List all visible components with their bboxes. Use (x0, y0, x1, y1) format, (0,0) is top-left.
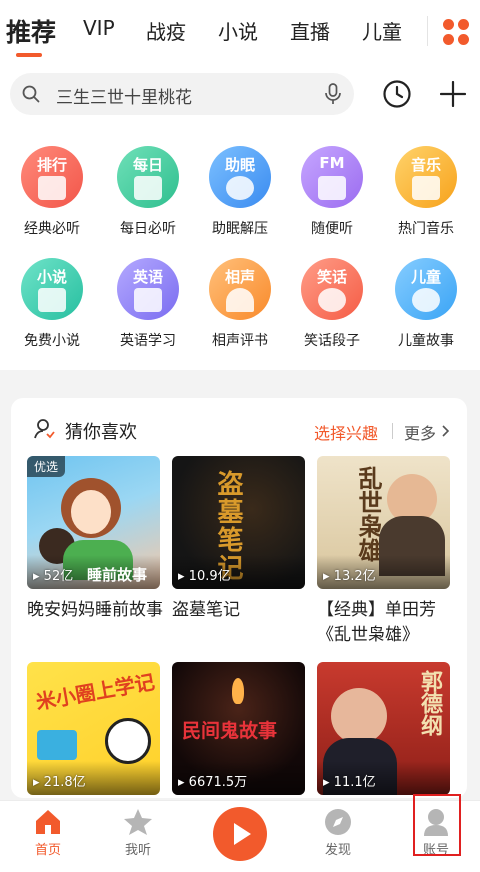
featured-badge: 优选 (27, 456, 66, 477)
tab-children[interactable]: 儿童 (362, 16, 402, 45)
category-item[interactable]: 每日 每日必听 (100, 146, 196, 246)
choose-interest-link[interactable]: 选择兴趣 (314, 420, 378, 444)
tab-vip[interactable]: VIP (83, 16, 115, 40)
category-label: 免费小说 (24, 333, 80, 349)
category-item[interactable]: 相声 相声评书 (192, 258, 288, 358)
chevron-right-icon (442, 425, 450, 437)
category-item[interactable]: 排行 经典必听 (4, 146, 100, 246)
play-count: ▸ 13.2亿 (323, 569, 376, 584)
album-title: 【经典】单田芳《乱世枭雄》 (317, 600, 436, 645)
book-icon: 小说 (21, 258, 83, 320)
section-title: 猜你喜欢 (65, 422, 137, 443)
user-heart-icon (34, 419, 55, 439)
tab-recommend[interactable]: 推荐 (6, 13, 56, 49)
divider (392, 423, 393, 439)
category-label: 相声评书 (212, 333, 268, 349)
album-title: 盗墓笔记 (172, 600, 240, 620)
category-item[interactable]: FM 随便听 (284, 146, 380, 246)
play-count: ▸ 10.9亿 (178, 569, 231, 584)
category-item[interactable]: 儿童 儿童故事 (378, 258, 474, 358)
more-link[interactable]: 更多 (404, 420, 436, 444)
account-highlight-box (413, 794, 461, 856)
category-label: 英语学习 (120, 333, 176, 349)
radio-icon: FM (301, 146, 363, 208)
plus-icon[interactable] (440, 81, 466, 107)
cover-title: 米小圈上学记 (34, 669, 157, 715)
category-label: 助眠解压 (212, 221, 268, 237)
album-title: 晚安妈妈睡前故事 (27, 600, 163, 620)
album-cover: 乱世枭雄 ▸ 13.2亿 (317, 456, 450, 589)
play-count: ▸ 6671.5万 (178, 775, 248, 790)
ranking-icon: 排行 (21, 146, 83, 208)
calendar-icon: 每日 (117, 146, 179, 208)
album-cover: 民间鬼故事 ▸ 6671.5万 (172, 662, 305, 795)
cover-title: 郭德纲 (417, 670, 442, 736)
bottom-nav: 首页 我听 发现 账号 (0, 800, 480, 872)
cover-title: 睡前故事 (87, 566, 148, 584)
category-item[interactable]: 音乐 热门音乐 (378, 146, 474, 246)
star-icon (124, 809, 152, 835)
tab-epidemic[interactable]: 战疫 (146, 16, 186, 45)
tab-live[interactable]: 直播 (290, 16, 330, 45)
english-en-icon: 英语 (117, 258, 179, 320)
category-item[interactable]: 笑话 笑话段子 (284, 258, 380, 358)
child-face-icon: 儿童 (395, 258, 457, 320)
nav-discover[interactable]: 发现 (290, 801, 386, 872)
play-count: ▸ 11.1亿 (323, 775, 376, 790)
tab-divider (427, 16, 428, 46)
guess-you-like-card: 猜你喜欢 选择兴趣 更多 优选 ▸ 52亿 睡前故事 晚安妈妈睡前故事 盗墓笔记… (11, 398, 467, 798)
laugh-face-icon: 笑话 (301, 258, 363, 320)
search-input[interactable]: 三生三世十里桃花 (10, 73, 354, 115)
play-button[interactable] (213, 807, 267, 861)
play-icon (234, 823, 251, 845)
home-icon (36, 810, 60, 834)
sleep-moon-icon: 助眠 (209, 146, 271, 208)
nav-home[interactable]: 首页 (0, 801, 96, 872)
nav-label: 我听 (124, 843, 151, 858)
compass-icon (325, 809, 351, 835)
nav-label: 发现 (324, 843, 351, 858)
album-cover: 优选 ▸ 52亿 睡前故事 (27, 456, 160, 589)
search-placeholder: 三生三世十里桃花 (56, 88, 192, 108)
album-cover: 郭德纲 ▸ 11.1亿 (317, 662, 450, 795)
nav-label: 首页 (34, 843, 61, 858)
category-item[interactable]: 助眠 助眠解压 (192, 146, 288, 246)
category-label: 随便听 (311, 221, 353, 237)
album-cover: 米小圈上学记 ▸ 21.8亿 (27, 662, 160, 795)
cover-title: 民间鬼故事 (182, 720, 278, 742)
category-label: 笑话段子 (304, 333, 360, 349)
play-count: ▸ 21.8亿 (33, 775, 86, 790)
history-clock-icon[interactable] (382, 79, 412, 109)
search-icon (22, 85, 40, 103)
top-tab-bar: 推荐 VIP 战疫 小说 直播 儿童 (0, 0, 480, 62)
category-label: 每日必听 (120, 221, 176, 237)
active-tab-indicator (16, 53, 42, 57)
nav-my-listen[interactable]: 我听 (90, 801, 186, 872)
music-note-icon: 音乐 (395, 146, 457, 208)
category-label: 经典必听 (24, 221, 80, 237)
mic-icon[interactable] (324, 83, 342, 105)
play-count: ▸ 52亿 (33, 569, 74, 584)
tab-novel[interactable]: 小说 (218, 16, 258, 45)
fan-icon: 相声 (209, 258, 271, 320)
album-cover: 盗墓笔记 ▸ 10.9亿 (172, 456, 305, 589)
category-item[interactable]: 小说 免费小说 (4, 258, 100, 358)
category-grid-icon[interactable] (442, 18, 470, 46)
category-label: 热门音乐 (398, 221, 454, 237)
category-grid: 排行 经典必听 每日 每日必听 助眠 助眠解压 FM 随便听 音乐 热门音乐 小… (0, 124, 480, 370)
category-item[interactable]: 英语 英语学习 (100, 258, 196, 358)
category-label: 儿童故事 (398, 333, 454, 349)
